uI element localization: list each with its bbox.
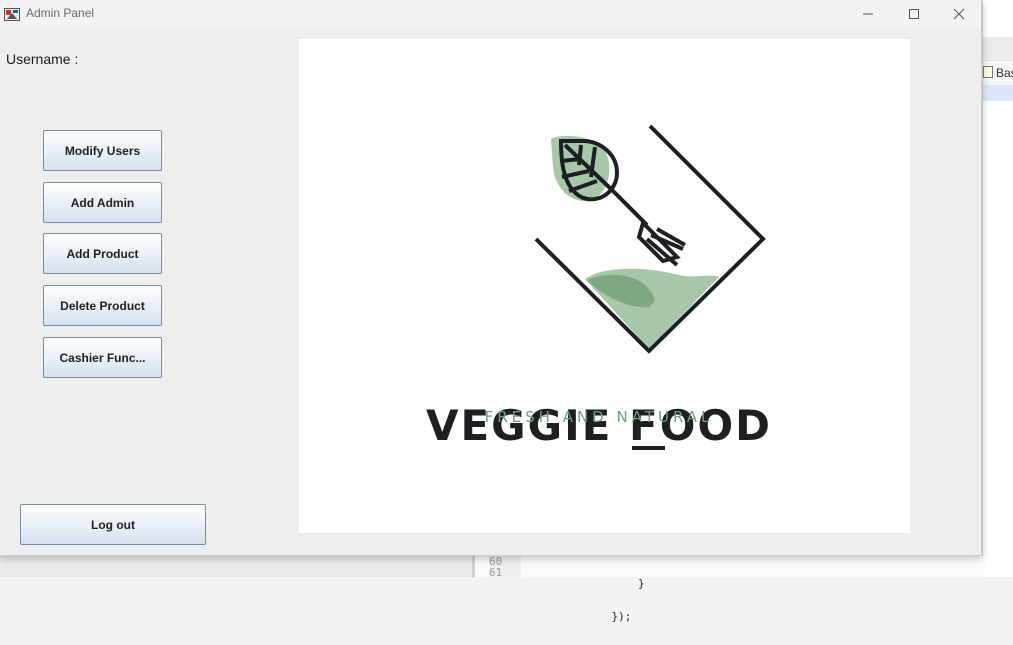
modify-users-button[interactable]: Modify Users: [43, 130, 162, 171]
brand-tagline: FRESH AND NATURAL: [484, 408, 714, 426]
maximize-icon: [909, 9, 919, 19]
brand-underline: [632, 446, 665, 450]
leaf-icon: [558, 139, 686, 267]
background-code-editor: 60 61 } });: [472, 556, 985, 622]
logout-button[interactable]: Log out: [20, 504, 206, 545]
code-text: } });: [585, 556, 645, 644]
minimize-button[interactable]: [845, 0, 891, 28]
minimize-icon: [863, 13, 873, 15]
line-number: 61: [489, 566, 503, 579]
maximize-button[interactable]: [891, 0, 937, 28]
background-tab-label: Bas: [996, 66, 1013, 80]
veggie-food-logo: [534, 124, 766, 354]
code-line: });: [585, 610, 632, 623]
add-admin-button[interactable]: Add Admin: [43, 182, 162, 223]
code-line: }: [585, 577, 645, 590]
cashier-functions-button[interactable]: Cashier Func...: [43, 337, 162, 378]
window-title: Admin Panel: [26, 6, 95, 20]
background-ide-panel: Bas: [982, 0, 1013, 577]
background-toolbar: [983, 37, 1013, 62]
add-product-button[interactable]: Add Product: [43, 233, 162, 274]
close-button[interactable]: [936, 0, 982, 28]
background-selected-row: [983, 85, 1013, 101]
logo-image-panel: VEGGIE FOOD FRESH AND NATURAL: [299, 39, 910, 533]
close-icon: [953, 8, 965, 20]
title-bar[interactable]: Admin Panel: [0, 0, 981, 28]
admin-panel-window: Admin Panel Username : Modify Users Add …: [0, 0, 982, 556]
username-label: Username :: [6, 51, 79, 67]
java-app-icon: [4, 8, 20, 21]
file-icon: [983, 66, 993, 78]
background-editor-strip: 60 61 } });: [0, 556, 985, 622]
line-number-gutter: 60 61: [489, 556, 521, 579]
background-tab[interactable]: Bas: [983, 66, 1013, 80]
delete-product-button[interactable]: Delete Product: [43, 285, 162, 326]
